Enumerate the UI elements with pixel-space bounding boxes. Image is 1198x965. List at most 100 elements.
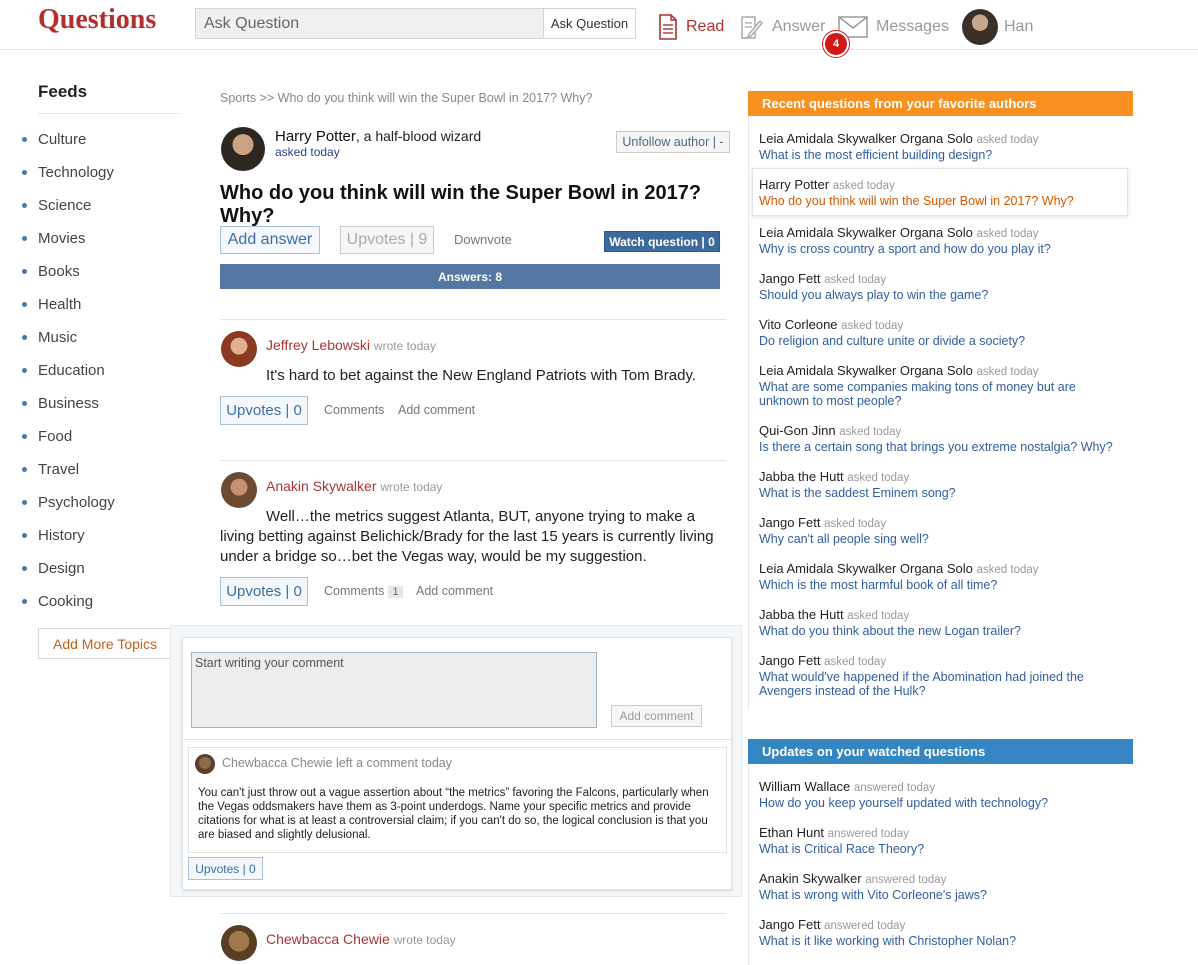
item-question-link[interactable]: What are some companies making tons of m… [759, 380, 1124, 408]
comment-textarea[interactable] [191, 652, 597, 728]
item-author-name[interactable]: Leia Amidala Skywalker Organa Solo [759, 131, 973, 146]
author-avatar[interactable] [221, 127, 265, 171]
app-logo[interactable]: Questions [38, 4, 156, 36]
feed-item[interactable]: Technology [22, 156, 115, 189]
answer-add-comment-link[interactable]: Add comment [398, 403, 475, 417]
item-question-link[interactable]: What is it like working with Christopher… [759, 934, 1124, 948]
bullet-icon [22, 500, 27, 505]
answer-author-avatar[interactable] [221, 925, 257, 961]
user-menu[interactable]: Han [962, 9, 1033, 45]
item-author-name[interactable]: Leia Amidala Skywalker Organa Solo [759, 561, 973, 576]
item-question-link[interactable]: What would've happened if the Abominatio… [759, 670, 1124, 698]
item-author-name[interactable]: Jabba the Hutt [759, 469, 844, 484]
item-author-name[interactable]: Leia Amidala Skywalker Organa Solo [759, 363, 973, 378]
answer-author-avatar[interactable] [221, 472, 257, 508]
answer-time: wrote today [393, 933, 456, 947]
unfollow-author-button[interactable]: Unfollow author | - [616, 131, 730, 153]
answer-author-avatar[interactable] [221, 331, 257, 367]
feed-item[interactable]: Cooking [22, 585, 115, 618]
search-input[interactable] [196, 9, 544, 38]
answer-divider [220, 319, 726, 320]
bullet-icon [22, 401, 27, 406]
answer-author-name[interactable]: Chewbacca Chewie [266, 931, 390, 947]
item-time: asked today [976, 564, 1039, 576]
feed-item[interactable]: Food [22, 420, 115, 453]
feed-item[interactable]: Health [22, 288, 115, 321]
feed-item[interactable]: Culture [22, 123, 115, 156]
feed-item[interactable]: Psychology [22, 486, 115, 519]
recent-question-item: Harry Potter asked today Who do you think… [752, 168, 1128, 216]
watch-question-button[interactable]: Watch question | 0 [604, 231, 720, 252]
downvote-button[interactable]: Downvote [454, 232, 512, 247]
answer-author-name[interactable]: Jeffrey Lebowski [266, 337, 370, 353]
nav-messages-label: Messages [876, 18, 949, 35]
bullet-icon [22, 335, 27, 340]
item-author-name[interactable]: Ethan Hunt [759, 825, 824, 840]
item-question-link[interactable]: Who do you think will win the Super Bowl… [759, 194, 1124, 208]
item-question-link[interactable]: Why is cross country a sport and how do … [759, 242, 1124, 256]
add-comment-button[interactable]: Add comment [611, 705, 702, 727]
item-author-name[interactable]: Jabba the Hutt [759, 607, 844, 622]
answer-author-name[interactable]: Anakin Skywalker [266, 478, 377, 494]
feed-item[interactable]: Science [22, 189, 115, 222]
feed-item[interactable]: Movies [22, 222, 115, 255]
item-author-name[interactable]: Jango Fett [759, 653, 820, 668]
item-time: answered today [824, 920, 906, 932]
item-question-link[interactable]: What is the most efficient building desi… [759, 148, 1124, 162]
item-question-link[interactable]: How do you keep yourself updated with te… [759, 796, 1124, 810]
question-upvotes-button[interactable]: Upvotes | 9 [340, 226, 434, 254]
feed-item[interactable]: Education [22, 354, 115, 387]
feed-item[interactable]: Business [22, 387, 115, 420]
feed-item[interactable]: Music [22, 321, 115, 354]
edit-document-icon [741, 16, 763, 39]
item-author: Qui-Gon Jinn asked today [759, 423, 1133, 440]
answer-upvotes-button[interactable]: Upvotes | 0 [220, 396, 308, 425]
feed-item[interactable]: Travel [22, 453, 115, 486]
item-time: asked today [976, 134, 1039, 146]
answer-author: Jeffrey Lebowski wrote today [266, 337, 436, 353]
item-question-link[interactable]: Why can't all people sing well? [759, 532, 1124, 546]
add-answer-button[interactable]: Add answer [220, 226, 320, 254]
item-time: asked today [832, 180, 895, 192]
answer-upvotes-button[interactable]: Upvotes | 0 [220, 577, 308, 606]
feed-item-label: Food [38, 428, 73, 445]
nav-messages[interactable]: Messages [838, 10, 949, 44]
feed-item-label: Business [38, 395, 99, 412]
question-author-name[interactable]: Harry Potter [275, 128, 356, 145]
nav-answer[interactable]: Answer [740, 10, 825, 44]
answer-add-comment-link[interactable]: Add comment [416, 584, 493, 598]
comment-upvotes-button[interactable]: Upvotes | 0 [188, 857, 263, 880]
ask-question-button[interactable]: Ask Question [543, 9, 635, 38]
add-more-topics-button[interactable]: Add More Topics [38, 628, 172, 659]
item-question-link[interactable]: What is Critical Race Theory? [759, 842, 1124, 856]
item-question-link[interactable]: Is there a certain song that brings you … [759, 440, 1124, 454]
item-author-name[interactable]: Leia Amidala Skywalker Organa Solo [759, 225, 973, 240]
item-question-link[interactable]: Should you always play to win the game? [759, 288, 1124, 302]
question-author-tagline: , a half-blood wizard [355, 128, 482, 144]
item-question-link[interactable]: What is wrong with Vito Corleone's jaws? [759, 888, 1124, 902]
item-question-link[interactable]: Which is the most harmful book of all ti… [759, 578, 1124, 592]
answer-comments-link[interactable]: Comments 1 [324, 584, 403, 598]
feed-item[interactable]: Design [22, 552, 115, 585]
feed-item-label: Music [38, 329, 78, 346]
breadcrumb[interactable]: Sports >> Who do you think will win the … [220, 91, 592, 105]
feed-item[interactable]: History [22, 519, 115, 552]
comment-author-avatar[interactable] [195, 754, 215, 774]
item-question-link[interactable]: What do you think about the new Logan tr… [759, 624, 1124, 638]
item-author-name[interactable]: William Wallace [759, 779, 850, 794]
item-question-link[interactable]: What is the saddest Eminem song? [759, 486, 1124, 500]
watched-updates-header: Updates on your watched questions [748, 739, 1133, 764]
item-author-name[interactable]: Qui-Gon Jinn [759, 423, 836, 438]
feed-item[interactable]: Books [22, 255, 115, 288]
user-avatar [962, 9, 998, 45]
nav-read[interactable]: Read [658, 10, 724, 44]
item-author-name[interactable]: Vito Corleone [759, 317, 838, 332]
item-author-name[interactable]: Jango Fett [759, 917, 820, 932]
item-author-name[interactable]: Jango Fett [759, 515, 820, 530]
item-author-name[interactable]: Anakin Skywalker [759, 871, 862, 886]
answer-comments-link[interactable]: Comments [324, 403, 384, 417]
item-author-name[interactable]: Harry Potter [759, 177, 829, 192]
item-author-name[interactable]: Jango Fett [759, 271, 820, 286]
item-question-link[interactable]: Do religion and culture unite or divide … [759, 334, 1124, 348]
recent-question-item: Jango Fett asked today Why can't all peop… [748, 515, 1133, 546]
